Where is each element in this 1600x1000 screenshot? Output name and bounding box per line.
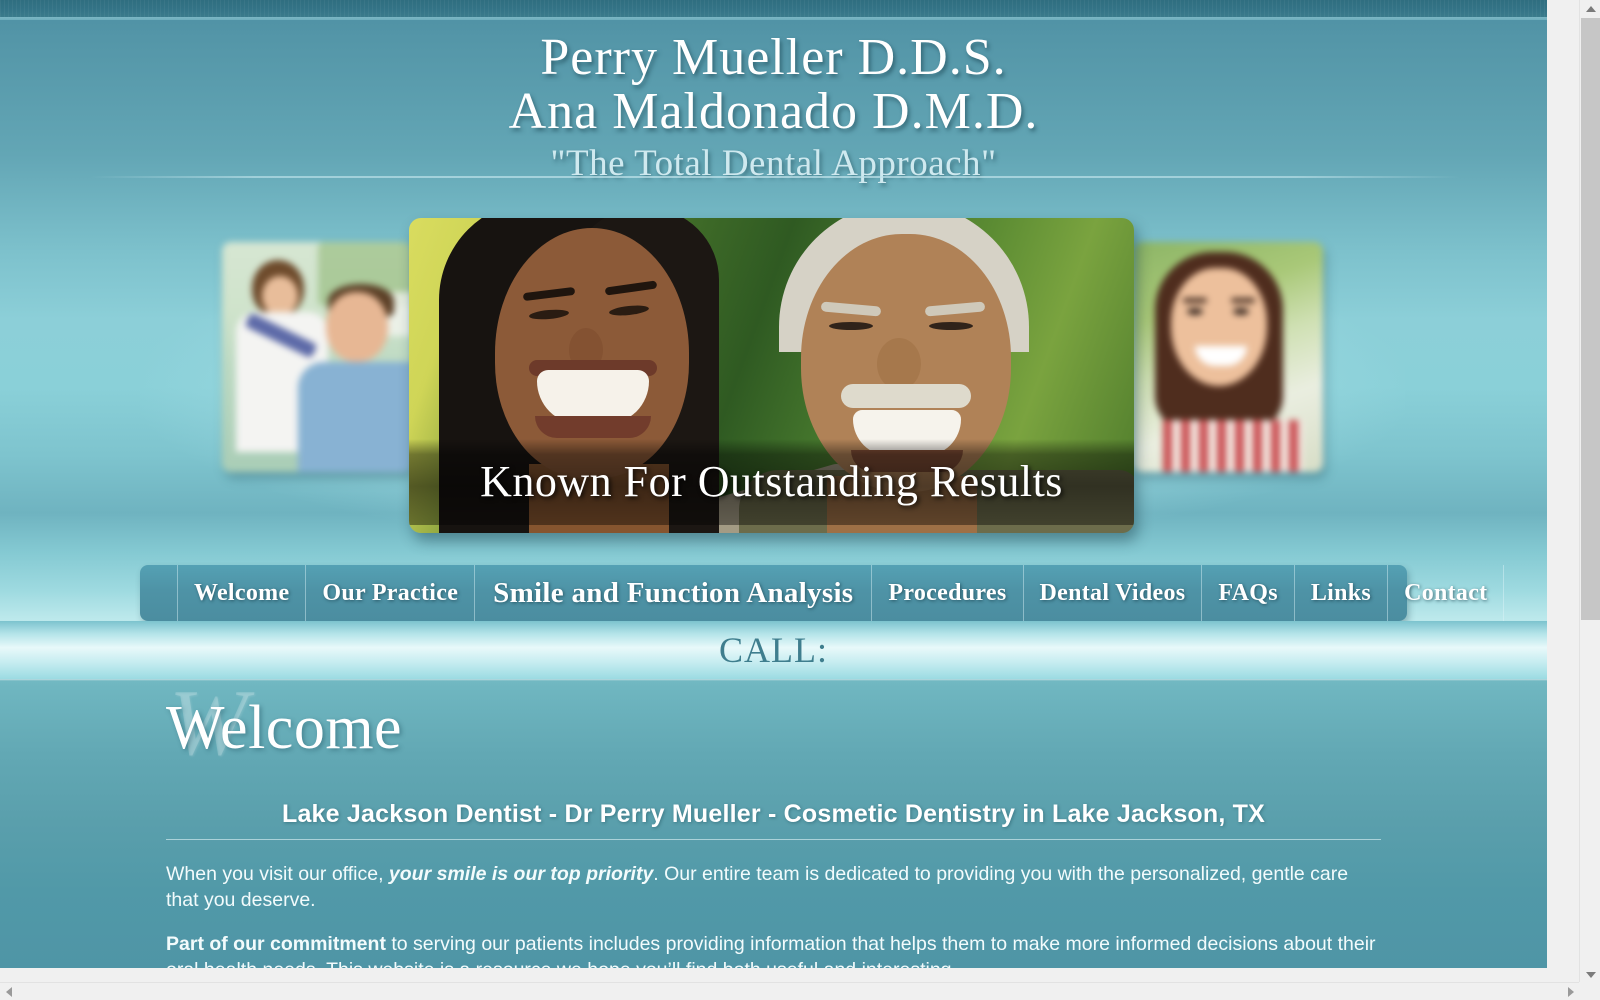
paragraph-one-part-one: When you visit our office, [166,863,389,885]
top-texture-strip [0,0,1547,17]
doctor-name-primary: Perry Mueller D.D.S. [540,29,1007,86]
nav-item-welcome[interactable]: Welcome [177,565,305,621]
chevron-down-icon [1585,971,1596,978]
hero-main-image[interactable]: Known For Outstanding Results [409,218,1134,533]
nav-item-smile-and-function-analysis[interactable]: Smile and Function Analysis [474,565,871,621]
nav-item-dental-videos[interactable]: Dental Videos [1022,565,1202,621]
paragraph-two: Part of our commitment to serving our pa… [166,932,1381,968]
scroll-right-button[interactable] [1562,983,1579,1000]
site-header: Perry Mueller D.D.S. Ana Maldonado D.M.D… [0,20,1547,198]
scroll-left-button[interactable] [0,983,17,1000]
nav-item-our-practice[interactable]: Our Practice [305,565,474,621]
chevron-left-icon [5,986,12,997]
call-label: CALL: [719,630,828,670]
page-title: Welcome [166,694,403,762]
content-heading-rule [166,839,1381,840]
scroll-down-button[interactable] [1580,966,1600,983]
main-content: Lake Jackson Dentist - Dr Perry Mueller … [166,800,1381,968]
hero-caption-text: Known For Outstanding Results [480,457,1063,506]
vertical-scrollbar-thumb[interactable] [1581,18,1600,620]
paragraph-one: When you visit our office, your smile is… [166,862,1381,914]
nav-item-links[interactable]: Links [1293,565,1387,621]
doctor-name-secondary: Ana Maldonado D.M.D. [508,83,1039,140]
nav-item-contact[interactable]: Contact [1387,565,1505,621]
scrollbar-corner [1579,982,1600,1000]
call-banner-underline [0,679,1547,681]
chevron-right-icon [1567,986,1574,997]
horizontal-scrollbar[interactable] [0,982,1600,1000]
call-banner: CALL: [0,621,1547,679]
thumbnail-left-father-son-image [222,242,412,472]
scroll-up-button[interactable] [1580,0,1600,17]
nav-item-faqs[interactable]: FAQs [1201,565,1293,621]
browser-viewport: Perry Mueller D.D.S. Ana Maldonado D.M.D… [0,0,1547,968]
chevron-up-icon [1585,5,1596,12]
vertical-scrollbar[interactable] [1579,0,1600,983]
content-heading: Lake Jackson Dentist - Dr Perry Mueller … [281,800,1266,828]
hero-banner-row: Known For Outstanding Results [0,200,1547,555]
header-divider [90,176,1460,178]
paragraph-two-bold: Part of our commitment [166,932,386,955]
site-tagline: "The Total Dental Approach" [550,143,997,184]
main-navigation: Welcome Our Practice Smile and Function … [140,565,1505,621]
page-title-block: W Welcome [166,671,866,775]
paragraph-one-emphasis: your smile is our top priority [388,863,654,885]
thumbnail-right-woman-image [1133,242,1323,472]
nav-item-procedures[interactable]: Procedures [871,565,1022,621]
